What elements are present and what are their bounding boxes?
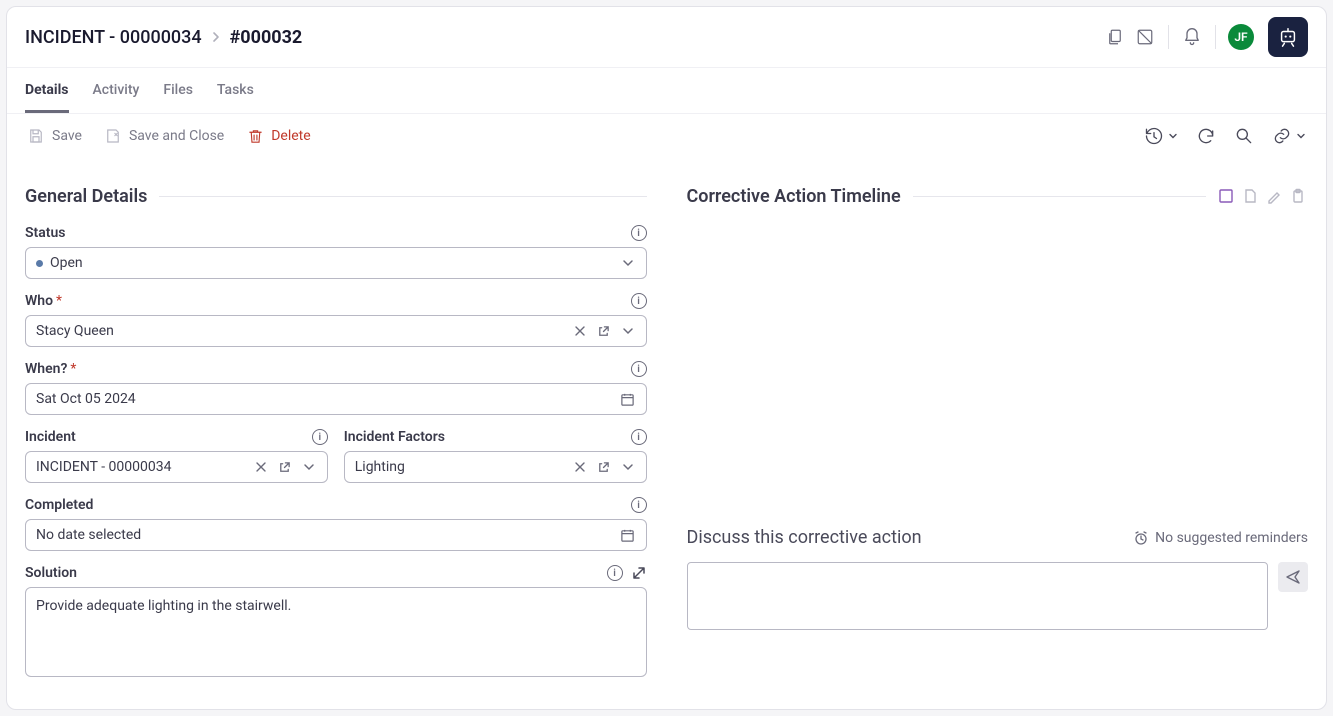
chevron-down-icon — [301, 459, 317, 475]
required-marker: * — [70, 361, 76, 377]
save-close-label: Save and Close — [129, 128, 224, 144]
refresh-button[interactable] — [1196, 126, 1216, 146]
info-icon[interactable]: i — [631, 293, 647, 309]
chevron-down-icon — [1296, 131, 1306, 141]
when-label: When? — [25, 361, 67, 377]
save-and-close-button[interactable]: Save and Close — [104, 127, 224, 145]
breadcrumb-parent[interactable]: INCIDENT - 00000034 — [25, 27, 202, 48]
when-datepicker[interactable]: Sat Oct 05 2024 — [25, 383, 647, 415]
who-select[interactable]: Stacy Queen — [25, 315, 647, 347]
divider — [159, 196, 646, 197]
toolbar: Save Save and Close Delete — [7, 114, 1326, 158]
solution-textarea[interactable]: Provide adequate lighting in the stairwe… — [25, 587, 647, 677]
trash-icon — [246, 127, 264, 145]
open-external-icon[interactable] — [277, 459, 293, 475]
incident-label: Incident — [25, 429, 76, 445]
general-details-column: General Details Status i Open Who * — [25, 168, 647, 691]
status-value: Open — [50, 255, 612, 271]
open-external-icon[interactable] — [596, 323, 612, 339]
file-icon[interactable] — [1242, 188, 1260, 206]
chevron-down-icon — [1168, 131, 1178, 141]
tab-files[interactable]: Files — [163, 68, 193, 113]
status-label: Status — [25, 225, 65, 241]
copy-icon[interactable] — [1104, 26, 1126, 48]
info-icon[interactable]: i — [631, 497, 647, 513]
expand-icon[interactable] — [631, 565, 647, 581]
discuss-title: Discuss this corrective action — [687, 527, 922, 548]
note-icon[interactable] — [1218, 188, 1236, 206]
required-marker: * — [56, 293, 62, 309]
search-button[interactable] — [1234, 126, 1254, 146]
clear-icon[interactable] — [253, 459, 269, 475]
discuss-input[interactable] — [687, 562, 1269, 630]
save-icon — [27, 127, 45, 145]
open-external-icon[interactable] — [596, 459, 612, 475]
divider — [913, 196, 1206, 197]
info-icon[interactable]: i — [631, 429, 647, 445]
history-icon — [1144, 126, 1164, 146]
when-value: Sat Oct 05 2024 — [36, 391, 612, 407]
incident-factors-value: Lighting — [355, 459, 564, 475]
alarm-icon — [1133, 530, 1149, 546]
chevron-right-icon — [212, 31, 220, 43]
chevron-down-icon — [620, 459, 636, 475]
delete-button[interactable]: Delete — [246, 127, 310, 145]
calendar-icon[interactable] — [620, 527, 636, 543]
separator — [1215, 25, 1216, 49]
solution-value: Provide adequate lighting in the stairwe… — [36, 598, 291, 614]
search-icon — [1234, 126, 1254, 146]
refresh-icon — [1196, 126, 1216, 146]
section-title-general: General Details — [25, 186, 147, 207]
chevron-down-icon — [620, 255, 636, 271]
history-dropdown[interactable] — [1144, 126, 1178, 146]
solution-label: Solution — [25, 565, 77, 581]
save-close-icon — [104, 127, 122, 145]
avatar[interactable]: JF — [1228, 24, 1254, 50]
calendar-icon[interactable] — [620, 391, 636, 407]
save-button[interactable]: Save — [27, 127, 82, 145]
tab-tasks[interactable]: Tasks — [217, 68, 254, 113]
breadcrumb: INCIDENT - 00000034 #000032 — [25, 27, 302, 48]
clear-icon[interactable] — [572, 323, 588, 339]
send-icon — [1285, 569, 1301, 585]
assistant-icon[interactable] — [1268, 17, 1308, 57]
reminders-text: No suggested reminders — [1155, 530, 1308, 546]
send-button[interactable] — [1278, 562, 1308, 592]
incident-factors-select[interactable]: Lighting — [344, 451, 647, 483]
tab-details[interactable]: Details — [25, 68, 69, 113]
status-select[interactable]: Open — [25, 247, 647, 279]
info-icon[interactable]: i — [607, 565, 623, 581]
who-value: Stacy Queen — [36, 323, 564, 339]
info-icon[interactable]: i — [631, 225, 647, 241]
link-dropdown[interactable] — [1272, 126, 1306, 146]
tab-activity[interactable]: Activity — [93, 68, 140, 113]
timeline-column: Corrective Action Timeline Discuss this … — [687, 168, 1309, 691]
who-label: Who — [25, 293, 53, 309]
tabbar: Details Activity Files Tasks — [7, 68, 1326, 114]
edit-icon[interactable] — [1266, 188, 1284, 206]
incident-value: INCIDENT - 00000034 — [36, 459, 245, 475]
info-icon[interactable]: i — [312, 429, 328, 445]
delete-label: Delete — [271, 128, 310, 144]
link-icon — [1272, 126, 1292, 146]
breadcrumb-current: #000032 — [230, 27, 303, 48]
info-icon[interactable]: i — [631, 361, 647, 377]
incident-factors-label: Incident Factors — [344, 429, 445, 445]
completed-value: No date selected — [36, 527, 612, 543]
bell-icon[interactable] — [1181, 26, 1203, 48]
section-title-timeline: Corrective Action Timeline — [687, 186, 901, 207]
page-header: INCIDENT - 00000034 #000032 JF — [7, 7, 1326, 68]
clear-icon[interactable] — [572, 459, 588, 475]
separator — [1168, 25, 1169, 49]
completed-label: Completed — [25, 497, 93, 513]
save-label: Save — [52, 128, 82, 144]
status-dot-icon — [36, 260, 43, 267]
suggested-reminders[interactable]: No suggested reminders — [1133, 530, 1308, 546]
diagram-icon[interactable] — [1134, 26, 1156, 48]
incident-select[interactable]: INCIDENT - 00000034 — [25, 451, 328, 483]
completed-datepicker[interactable]: No date selected — [25, 519, 647, 551]
clipboard-icon[interactable] — [1290, 188, 1308, 206]
chevron-down-icon — [620, 323, 636, 339]
